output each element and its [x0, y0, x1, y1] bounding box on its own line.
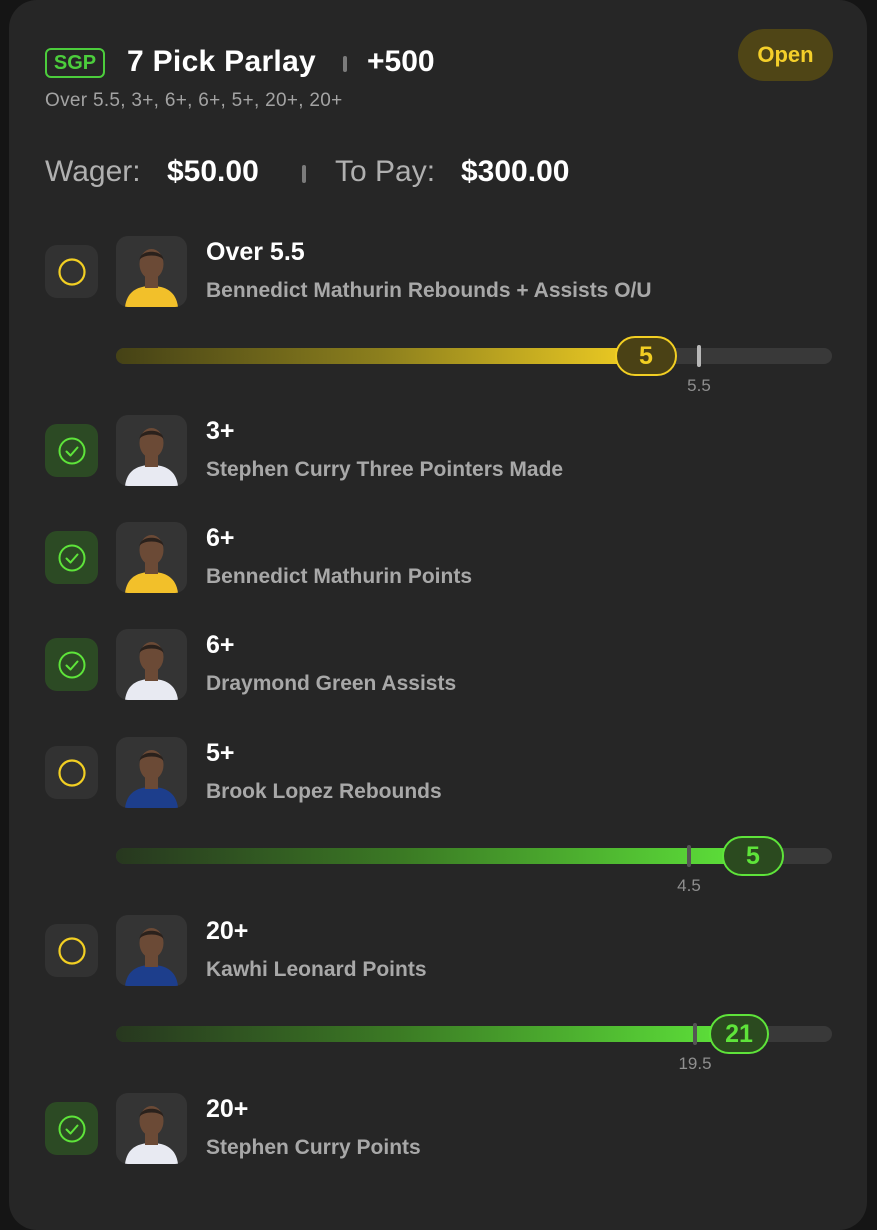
player-avatar [116, 415, 187, 486]
leg-row[interactable]: 20+ Stephen Curry Points [0, 1093, 877, 1167]
leg-line: 6+ [206, 524, 235, 552]
player-avatar [116, 522, 187, 593]
leg-pending-indicator [45, 924, 98, 977]
progress-track: 4.5 5 [116, 836, 832, 895]
leg-market: Bennedict Mathurin Points [206, 565, 473, 588]
leg-pending-indicator [45, 245, 98, 298]
leg-market: Brook Lopez Rebounds [206, 780, 442, 803]
player-avatar [116, 915, 187, 986]
parlay-title: 7 Pick Parlay [127, 45, 317, 78]
progress-track: 5.5 5 [116, 336, 832, 395]
wager-value: $50.00 [167, 155, 259, 188]
leg-row[interactable]: 6+ Bennedict Mathurin Points [0, 522, 877, 596]
to-pay-label: To Pay: [335, 155, 436, 188]
leg-won-indicator [45, 531, 98, 584]
leg-market: Stephen Curry Three Pointers Made [206, 458, 564, 481]
leg-market: Stephen Curry Points [206, 1136, 421, 1159]
leg-row[interactable]: 5+ Brook Lopez Rebounds [0, 737, 877, 811]
progress-fill [116, 1026, 739, 1042]
leg-line: 5+ [206, 739, 235, 767]
status-open-badge: Open [738, 29, 833, 81]
player-avatar [116, 629, 187, 700]
player-avatar [116, 236, 187, 307]
leg-pending-indicator [45, 746, 98, 799]
leg-won-indicator [45, 638, 98, 691]
progress-track: 19.5 21 [116, 1014, 832, 1073]
pending-circle-icon [57, 758, 86, 787]
leg-market: Bennedict Mathurin Rebounds + Assists O/… [206, 279, 652, 302]
leg-row[interactable]: 6+ Draymond Green Assists [0, 629, 877, 703]
target-value-label: 5.5 [687, 376, 711, 395]
pending-circle-icon [57, 257, 86, 286]
target-tick [687, 845, 691, 867]
check-circle-icon [58, 544, 85, 571]
leg-market: Draymond Green Assists [206, 672, 457, 695]
sgp-badge: SGP [45, 48, 105, 78]
pending-circle-icon [57, 936, 86, 965]
check-circle-icon [58, 651, 85, 678]
player-avatar [116, 737, 187, 808]
current-value-pill: 21 [709, 1014, 769, 1054]
current-value-pill: 5 [722, 836, 784, 876]
current-value-pill: 5 [615, 336, 677, 376]
player-avatar [116, 1093, 187, 1164]
leg-won-indicator [45, 424, 98, 477]
leg-row[interactable]: Over 5.5 Bennedict Mathurin Rebounds + As… [0, 236, 877, 310]
leg-line: 3+ [206, 417, 235, 445]
leg-won-indicator [45, 1102, 98, 1155]
leg-row[interactable]: 20+ Kawhi Leonard Points [0, 915, 877, 989]
leg-line: Over 5.5 [206, 238, 305, 266]
parlay-odds: +500 [367, 45, 435, 78]
progress-fill [116, 848, 753, 864]
legs-summary: Over 5.5, 3+, 6+, 6+, 5+, 20+, 20+ [45, 90, 343, 111]
target-tick [693, 1023, 697, 1045]
leg-market: Kawhi Leonard Points [206, 958, 427, 981]
wager-divider [302, 165, 306, 183]
progress-fill [116, 348, 646, 364]
check-circle-icon [58, 437, 85, 464]
wager-label: Wager: [45, 155, 141, 188]
target-tick [697, 345, 701, 367]
target-value-label: 4.5 [677, 876, 701, 895]
target-value-label: 19.5 [678, 1054, 712, 1073]
leg-line: 20+ [206, 1095, 249, 1123]
leg-line: 20+ [206, 917, 249, 945]
leg-line: 6+ [206, 631, 235, 659]
to-pay-value: $300.00 [461, 155, 570, 188]
check-circle-icon [58, 1115, 85, 1142]
leg-row[interactable]: 3+ Stephen Curry Three Pointers Made [0, 415, 877, 489]
title-divider [343, 56, 347, 72]
